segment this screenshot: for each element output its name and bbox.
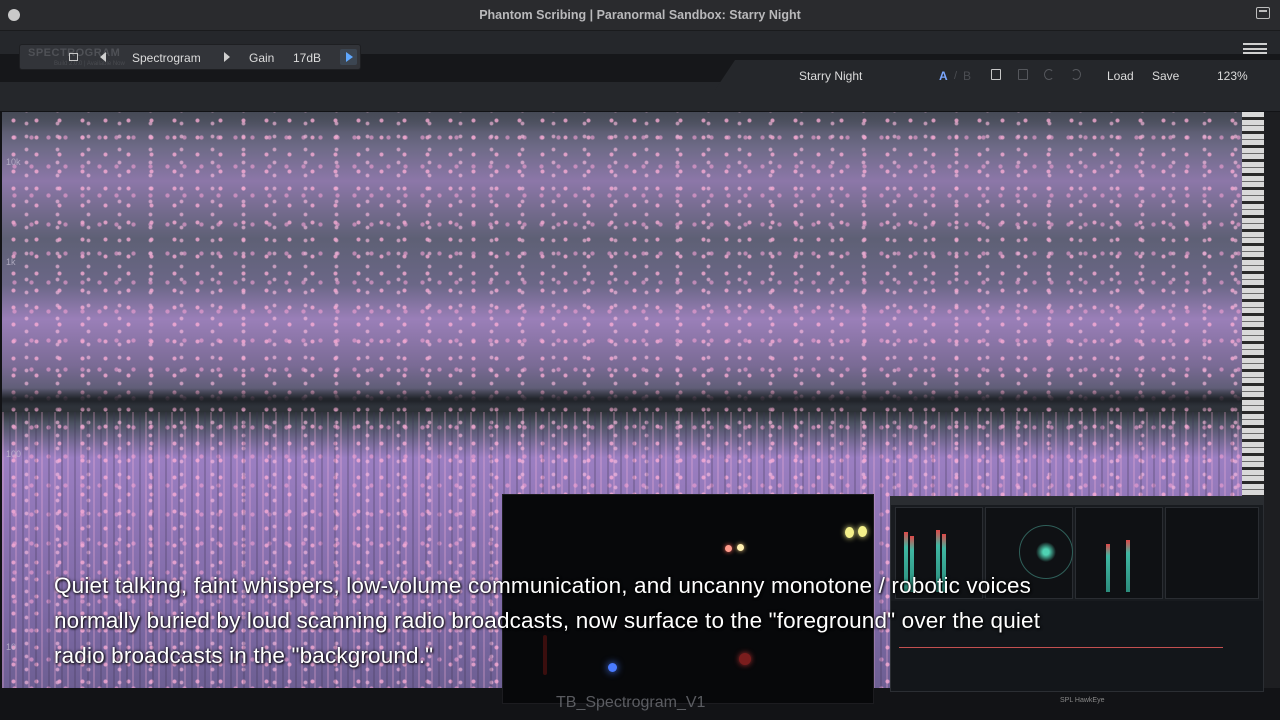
save-button[interactable]: Save [1152,69,1179,83]
hamburger-menu-icon[interactable] [1243,43,1267,54]
preset-name[interactable]: Starry Night [799,69,862,83]
light-dot [858,526,867,537]
light-dot [725,545,732,552]
freq-label-100: 100 [6,449,22,459]
subtitle-line: normally buried by loud scanning radio b… [54,608,1041,633]
gain-value[interactable]: 17dB [293,51,321,65]
freq-label-10k: 10k [6,157,21,167]
view-control-panel: SPECTROGRAM Build 2.0.0 | Available Now … [19,44,361,70]
load-button[interactable]: Load [1107,69,1134,83]
undo-icon[interactable] [1044,69,1054,80]
window-title: Phantom Scribing | Paranormal Sandbox: S… [479,8,801,22]
ab-compare-a[interactable]: A [939,69,948,83]
play-button[interactable] [340,49,357,65]
zoom-level[interactable]: 123% [1217,69,1248,83]
crop-icon[interactable] [69,53,78,61]
redo-icon[interactable] [1071,69,1081,80]
window-fullscreen-icon[interactable] [1256,7,1270,19]
next-view-icon[interactable] [224,52,230,62]
watermark: SPL HawkEye [1060,697,1105,704]
freq-label-1k: 1k [6,257,16,267]
spectrogram-dark-band [2,388,1242,412]
subtitle-caption: Quiet talking, faint whispers, low-volum… [54,568,1234,673]
window-titlebar: Phantom Scribing | Paranormal Sandbox: S… [0,0,1280,31]
copy-icon[interactable] [991,69,1001,80]
subtitle-line: Quiet talking, faint whispers, low-volum… [54,573,1032,598]
right-edge-strip [1264,112,1280,688]
subtitle-line: radio broadcasts in the "background." [54,643,434,668]
view-mode-label[interactable]: Spectrogram [132,51,201,65]
light-dot [845,527,854,538]
light-dot [737,544,744,551]
gain-label: Gain [249,51,275,65]
file-label: TB_Spectrogram_V1 [556,694,706,711]
paste-icon[interactable] [1018,69,1028,80]
previous-view-icon[interactable] [100,52,106,62]
ab-compare-b[interactable]: B [963,69,971,83]
ab-separator: / [954,70,958,82]
meter-header-strip [891,497,1263,505]
freq-label-10: 10 [6,642,17,652]
logo-subtext: Build 2.0.0 | Available Now [54,61,125,67]
